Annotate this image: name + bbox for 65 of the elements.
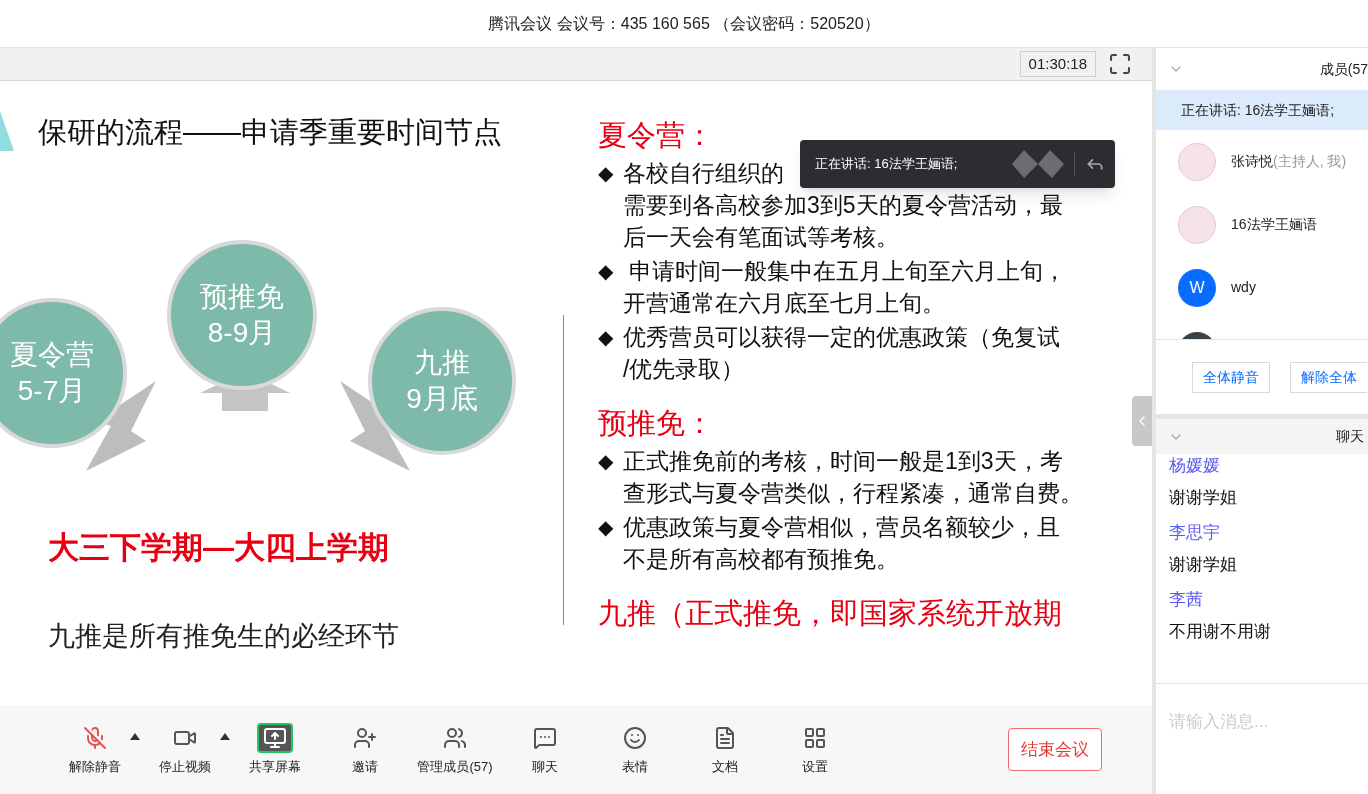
member-name[interactable]: 16法学王婳语: [1231, 214, 1317, 235]
bullet-marker: ◆: [598, 449, 613, 474]
fullscreen-icon[interactable]: [1108, 52, 1132, 76]
slide-title: 保研的流程——申请季重要时间节点: [38, 115, 502, 150]
chat-message: 不用谢不用谢: [1169, 621, 1272, 643]
meeting-timer: 01:30:18: [1019, 50, 1096, 78]
toolbar-button[interactable]: 表情: [590, 722, 680, 777]
caret-icon[interactable]: [130, 732, 140, 740]
toolbar-button[interactable]: 管理成员(57): [410, 722, 500, 777]
bullet-text: 申请时间一般集中在五月上旬至六月上旬，: [628, 257, 1067, 286]
toolbar-button[interactable]: 共享屏幕: [230, 722, 320, 777]
stage-period: 8-9月: [207, 316, 277, 350]
user-avatar: [1178, 142, 1216, 181]
caret-icon[interactable]: [220, 732, 230, 740]
toolbar-button[interactable]: 邀请: [320, 722, 410, 777]
member-action-button[interactable]: 解除全体: [1290, 361, 1367, 393]
section-heading: 夏令营：: [598, 118, 715, 153]
bullet-marker: ◆: [598, 259, 613, 284]
bullet-text: /优先录取）: [623, 355, 745, 384]
bullet-text: 需要到各高校参加3到5天的夏令营活动，最: [623, 191, 1063, 220]
toolbar-button[interactable]: 设置: [770, 722, 860, 777]
stage-name: 夏令营: [10, 338, 94, 372]
member-action-button[interactable]: 全体静音: [1192, 361, 1270, 393]
panel-toggle[interactable]: [1132, 396, 1152, 446]
bullet-text: 优秀营员可以获得一定的优惠政策（免复试: [623, 323, 1060, 352]
toolbar-button[interactable]: 停止视频: [140, 722, 230, 777]
chat-header: 聊天: [1336, 427, 1364, 446]
stage-period: 5-7月: [17, 374, 87, 408]
bullet-text: 不是所有高校都有预推免。: [623, 545, 899, 574]
note-text: 九推是所有推免生的必经环节: [48, 620, 399, 653]
bullet-text: 各校自行组织的: [623, 159, 784, 188]
stage-name: 九推: [414, 346, 470, 380]
toolbar-button[interactable]: 聊天: [500, 722, 590, 777]
member-name[interactable]: wdy: [1231, 277, 1256, 298]
period-text: 大三下学期—大四上学期: [48, 529, 389, 567]
section-heading: 九推（正式推免，即国家系统开放期: [598, 596, 1063, 631]
member-role: (主持人, 我): [1273, 152, 1347, 171]
end-meeting-button[interactable]: 结束会议: [1008, 727, 1102, 772]
popup-text: 正在讲话: 16法学王婳语;: [815, 155, 958, 174]
speaking-bar: 正在讲话: 16法学王婳语;: [1156, 90, 1368, 130]
chat-message: 谢谢学姐: [1169, 487, 1238, 509]
blurred-avatars-drawing: [1012, 150, 1064, 178]
bullet-text: 开营通常在六月底至七月上旬。: [623, 289, 945, 318]
bullet-marker: ◆: [598, 515, 613, 540]
chat-message: 谢谢学姐: [1169, 554, 1238, 576]
chat-sender: 李茜: [1169, 589, 1204, 611]
toolbar-button[interactable]: 文档: [680, 722, 770, 777]
bullet-marker: ◆: [598, 325, 613, 350]
user-avatar: [1178, 205, 1216, 244]
chat-sender: 杨媛媛: [1169, 455, 1221, 477]
member-name[interactable]: 张诗悦: [1231, 151, 1273, 172]
section-heading: 预推免：: [598, 406, 715, 441]
stage-name: 预推免: [200, 280, 284, 314]
window-title: 腾讯会议 会议号：435 160 565 （会议密码：520520）: [488, 13, 880, 34]
bullet-text: 正式推免前的考核，时间一般是1到3天，考: [623, 447, 1063, 476]
triangle-drawing: [0, 111, 14, 151]
stage-period: 9月底: [406, 382, 478, 416]
toolbar-button[interactable]: 解除静音: [50, 722, 140, 777]
members-header: 成员(57: [1319, 59, 1368, 79]
bullet-text: 优惠政策与夏令营相似，营员名额较少，且: [623, 513, 1060, 542]
user-avatar: W: [1178, 268, 1216, 307]
chat-sender: 李思宇: [1169, 522, 1221, 544]
bullet-text: 后一天会有笔面试等考核。: [623, 223, 899, 252]
bullet-marker: ◆: [598, 161, 613, 186]
bullet-text: 查形式与夏令营类似，行程紧凑，通常自费。: [623, 479, 1083, 508]
